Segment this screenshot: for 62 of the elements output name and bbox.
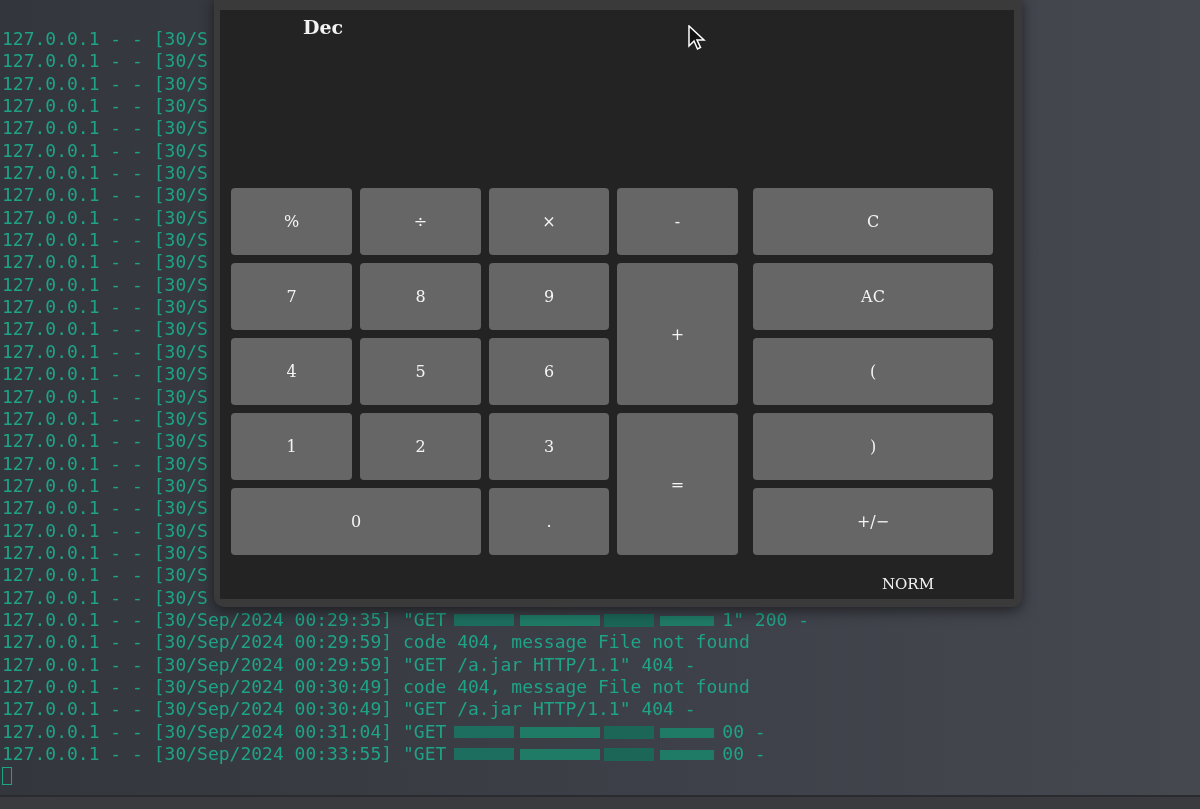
key-button[interactable]: ÷ (360, 188, 481, 255)
log-line: 127.0.0.1 - - [30/S (2, 72, 208, 96)
log-line: 127.0.0.1 - - [30/S (2, 95, 208, 118)
key-button[interactable]: +/− (753, 488, 993, 555)
log-line: 127.0.0.1 - - [30/S (2, 162, 208, 185)
log-line: 127.0.0.1 - - [30/S (2, 452, 208, 475)
log-line: 127.0.0.1 - - [30/S (2, 251, 208, 274)
log-line: 127.0.0.1 - - [30/S (2, 273, 208, 297)
terminal-cursor (2, 767, 12, 786)
log-line: 127.0.0.1 - - [30/S (2, 385, 208, 408)
key-button[interactable]: + (617, 263, 738, 405)
key-button[interactable]: 0 (231, 488, 481, 555)
log-line: 127.0.0.1 - - [30/S (2, 497, 208, 520)
log-line: 127.0.0.1 - - [30/S (2, 519, 208, 542)
log-line: 127.0.0.1 - - [30/Sep/2024 00:30:49] "GET /a.jar HTTP/1.1" 404 - (2, 698, 696, 721)
key-button[interactable]: % (231, 188, 352, 255)
log-line: 127.0.0.1 - - [30/Sep/2024 00:29:35] "GET (2, 608, 447, 632)
key-button[interactable]: - (617, 188, 738, 255)
log-line: 127.0.0.1 - - [30/S (2, 117, 208, 140)
log-line: 127.0.0.1 - - [30/Sep/2024 00:30:49] code 404, message File not found (2, 675, 750, 699)
key-button[interactable]: 7 (231, 263, 352, 330)
key-button[interactable]: 8 (360, 263, 481, 330)
key-button[interactable]: AC (753, 263, 993, 330)
mode-label: NORM (881, 575, 934, 593)
log-line: 127.0.0.1 - - [30/S (2, 430, 208, 453)
key-button[interactable]: 9 (489, 263, 609, 330)
log-line: 1" 200 - (722, 608, 810, 632)
log-line: 127.0.0.1 - - [30/Sep/2024 00:31:04] "GET (2, 720, 447, 743)
base-label: Dec (303, 16, 344, 38)
log-line: 127.0.0.1 - - [30/S (2, 296, 208, 319)
log-line: 127.0.0.1 - - [30/S (2, 229, 208, 252)
key-button[interactable]: ( (753, 338, 993, 405)
log-line: 127.0.0.1 - - [30/S (2, 318, 208, 341)
log-line: 127.0.0.1 - - [30/S (2, 340, 208, 364)
key-button[interactable]: 6 (489, 338, 609, 405)
log-line: 127.0.0.1 - - [30/S (2, 50, 208, 73)
log-line: 00 - (722, 720, 766, 743)
log-line: 127.0.0.1 - - [30/Sep/2024 00:33:55] "GET (2, 743, 447, 766)
log-line: 127.0.0.1 - - [30/S (2, 407, 208, 431)
key-button[interactable]: ) (753, 413, 993, 480)
log-line: 127.0.0.1 - - [30/S (2, 139, 208, 163)
key-button[interactable]: C (753, 188, 993, 255)
log-line: 127.0.0.1 - - [30/S (2, 28, 208, 51)
log-line: 127.0.0.1 - - [30/S (2, 206, 208, 230)
key-button[interactable]: = (617, 413, 738, 555)
key-button[interactable]: 1 (231, 413, 352, 480)
log-line: 127.0.0.1 - - [30/S (2, 363, 208, 386)
log-line: 127.0.0.1 - - [30/S (2, 564, 208, 587)
mouse-pointer-icon (688, 25, 706, 51)
log-line: 127.0.0.1 - - [30/S (2, 184, 208, 207)
key-button[interactable]: 5 (360, 338, 481, 405)
key-button[interactable]: 4 (231, 338, 352, 405)
log-line: 00 - (722, 743, 766, 766)
log-line: 127.0.0.1 - - [30/S (2, 541, 208, 565)
log-line: 127.0.0.1 - - [30/Sep/2024 00:29:59] code 404, message File not found (2, 631, 750, 654)
log-line: 127.0.0.1 - - [30/S (2, 474, 208, 498)
key-button[interactable]: 3 (489, 413, 609, 480)
key-button[interactable]: × (489, 188, 609, 255)
key-button[interactable]: . (489, 488, 609, 555)
log-line: 127.0.0.1 - - [30/Sep/2024 00:29:59] "GET /a.jar HTTP/1.1" 404 - (2, 653, 696, 676)
log-line: 127.0.0.1 - - [30/S (2, 586, 208, 609)
key-button[interactable]: 2 (360, 413, 481, 480)
